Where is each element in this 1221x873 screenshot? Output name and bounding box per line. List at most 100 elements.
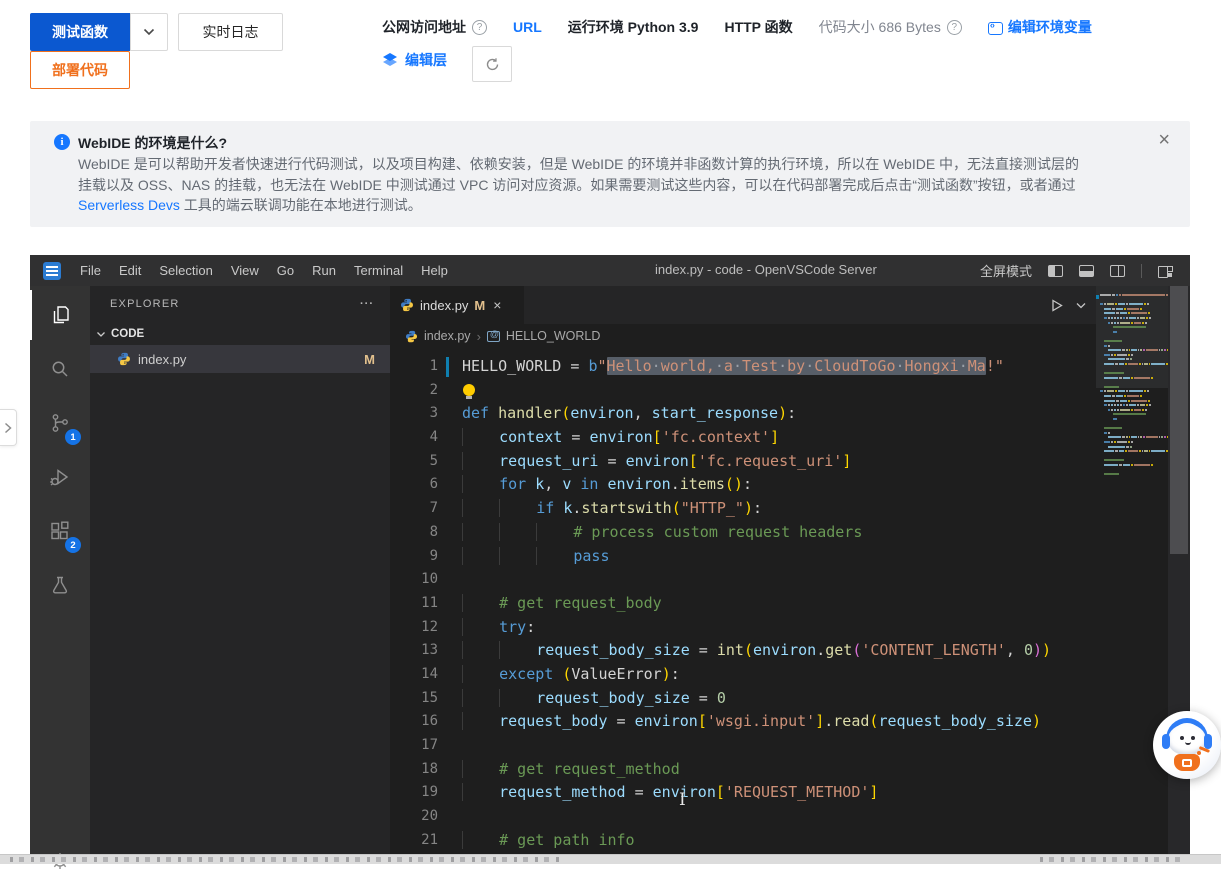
- edit-layer-row: 编辑层: [382, 50, 447, 70]
- assistant-robot-button[interactable]: [1153, 711, 1221, 779]
- code-line[interactable]: 11 # get request_body: [390, 592, 1096, 616]
- line-number: 17: [390, 734, 462, 758]
- deploy-code-button[interactable]: 部署代码: [30, 51, 130, 89]
- code-line[interactable]: 9 pass: [390, 545, 1096, 569]
- line-number: 10: [390, 568, 462, 592]
- code-line[interactable]: 7 if k.startswith("HTTP_"):: [390, 497, 1096, 521]
- lightbulb-icon[interactable]: [463, 384, 475, 396]
- layers-icon: [382, 52, 398, 68]
- refresh-button[interactable]: [472, 46, 512, 82]
- line-number: 6: [390, 473, 462, 497]
- more-actions-icon[interactable]: ···: [360, 298, 374, 310]
- menu-file[interactable]: File: [71, 263, 110, 278]
- code-line[interactable]: 10: [390, 568, 1096, 592]
- line-number: 5: [390, 450, 462, 474]
- vscode-window: File Edit Selection View Go Run Terminal…: [30, 255, 1190, 864]
- test-function-button[interactable]: 测试函数: [30, 13, 130, 51]
- banner-body: WebIDE 是可以帮助开发者快速进行代码测试，以及项目构建、依赖安装，但是 W…: [78, 154, 1093, 216]
- menu-help[interactable]: Help: [412, 263, 457, 278]
- refresh-icon: [485, 57, 500, 72]
- line-number: 19: [390, 781, 462, 805]
- line-number: 1: [390, 355, 462, 379]
- run-dropdown-icon[interactable]: [1074, 293, 1088, 317]
- line-number: 21: [390, 829, 462, 853]
- chevron-down-icon: [143, 28, 155, 36]
- gutter-modified-indicator: [446, 357, 449, 377]
- code-line[interactable]: 21 # get path info: [390, 829, 1096, 853]
- fullscreen-mode-button[interactable]: 全屏模式: [980, 261, 1032, 280]
- code-line[interactable]: 18 # get request_method: [390, 758, 1096, 782]
- close-icon[interactable]: ×: [493, 297, 501, 313]
- line-number: 7: [390, 497, 462, 521]
- file-name: index.py: [138, 352, 186, 367]
- testing-beaker-icon[interactable]: [30, 560, 90, 610]
- edit-layer-link[interactable]: 编辑层: [405, 50, 447, 70]
- code-size-label: 代码大小 686 Bytes: [819, 17, 941, 37]
- clipped-bottom-strip: [0, 854, 1221, 864]
- code-line[interactable]: 1HELLO_WORLD = b"Hello·world,·a·Test·by·…: [390, 355, 1096, 379]
- toggle-sidebar-icon[interactable]: [1048, 265, 1063, 277]
- code-line[interactable]: 5 request_uri = environ['fc.request_uri'…: [390, 450, 1096, 474]
- code-line[interactable]: 14 except (ValueError):: [390, 663, 1096, 687]
- code-line[interactable]: 6 for k, v in environ.items():: [390, 473, 1096, 497]
- search-icon[interactable]: [30, 344, 90, 394]
- symbol-icon: [487, 331, 500, 342]
- code-line[interactable]: 15 request_body_size = 0: [390, 687, 1096, 711]
- explorer-icon[interactable]: [30, 290, 90, 340]
- explorer-sidebar: EXPLORER ··· CODE index.py M: [90, 286, 390, 864]
- run-file-icon[interactable]: [1044, 293, 1068, 317]
- minimap[interactable]: [1096, 286, 1168, 864]
- code-line[interactable]: 16 request_body = environ['wsgi.input'].…: [390, 710, 1096, 734]
- http-function-label: HTTP 函数: [724, 17, 792, 37]
- realtime-logs-button[interactable]: 实时日志: [178, 13, 283, 51]
- chevron-right-icon: ›: [477, 329, 481, 344]
- breadcrumb-file[interactable]: index.py: [424, 329, 471, 343]
- serverless-devs-link[interactable]: Serverless Devs: [78, 197, 180, 213]
- customize-layout-icon[interactable]: [1158, 265, 1174, 277]
- info-icon: i: [54, 134, 70, 150]
- tab-indexpy[interactable]: index.py M ×: [390, 286, 524, 324]
- divider: [1141, 264, 1142, 278]
- scrollbar-thumb[interactable]: [1170, 286, 1188, 554]
- modified-badge: M: [474, 298, 485, 313]
- run-debug-icon[interactable]: [30, 452, 90, 502]
- extensions-icon[interactable]: 2: [30, 506, 90, 556]
- menu-selection[interactable]: Selection: [150, 263, 221, 278]
- code-line[interactable]: 4 context = environ['fc.context']: [390, 426, 1096, 450]
- url-link[interactable]: URL: [513, 19, 542, 35]
- code-line[interactable]: 19 request_method = environ['REQUEST_MET…: [390, 781, 1096, 805]
- file-item-indexpy[interactable]: index.py M: [90, 345, 390, 373]
- titlebar: File Edit Selection View Go Run Terminal…: [30, 255, 1190, 286]
- toggle-panel-icon[interactable]: [1079, 265, 1094, 277]
- breadcrumb-symbol[interactable]: HELLO_WORLD: [506, 329, 600, 343]
- test-function-dropdown-button[interactable]: [130, 13, 168, 51]
- menu-view[interactable]: View: [222, 263, 268, 278]
- code-line[interactable]: 20: [390, 805, 1096, 829]
- expand-panel-button[interactable]: [0, 409, 17, 446]
- menu-go[interactable]: Go: [268, 263, 303, 278]
- line-number: 16: [390, 710, 462, 734]
- code-line[interactable]: 2: [390, 379, 1096, 403]
- menu-run[interactable]: Run: [303, 263, 345, 278]
- close-icon[interactable]: ×: [1158, 129, 1170, 152]
- function-info-row: 公网访问地址? URL 运行环境 Python 3.9 HTTP 函数 代码大小…: [382, 17, 1092, 37]
- explorer-header: EXPLORER: [110, 298, 180, 310]
- split-editor-layout-icon[interactable]: [1110, 265, 1125, 277]
- line-number: 12: [390, 616, 462, 640]
- scm-badge: 1: [65, 429, 81, 445]
- code-editor[interactable]: 1HELLO_WORLD = b"Hello·world,·a·Test·by·…: [390, 348, 1096, 864]
- line-number: 11: [390, 592, 462, 616]
- menu-edit[interactable]: Edit: [110, 263, 150, 278]
- menu-terminal[interactable]: Terminal: [345, 263, 412, 278]
- help-icon[interactable]: ?: [947, 20, 962, 35]
- section-code[interactable]: CODE: [90, 322, 390, 345]
- source-control-icon[interactable]: 1: [30, 398, 90, 448]
- line-number: 20: [390, 805, 462, 829]
- code-line[interactable]: 17: [390, 734, 1096, 758]
- code-line[interactable]: 12 try:: [390, 616, 1096, 640]
- edit-env-vars-link[interactable]: 编辑环境变量: [988, 17, 1092, 37]
- code-line[interactable]: 13 request_body_size = int(environ.get('…: [390, 639, 1096, 663]
- code-line[interactable]: 3def handler(environ, start_response):: [390, 402, 1096, 426]
- code-line[interactable]: 8 # process custom request headers: [390, 521, 1096, 545]
- help-icon[interactable]: ?: [472, 20, 487, 35]
